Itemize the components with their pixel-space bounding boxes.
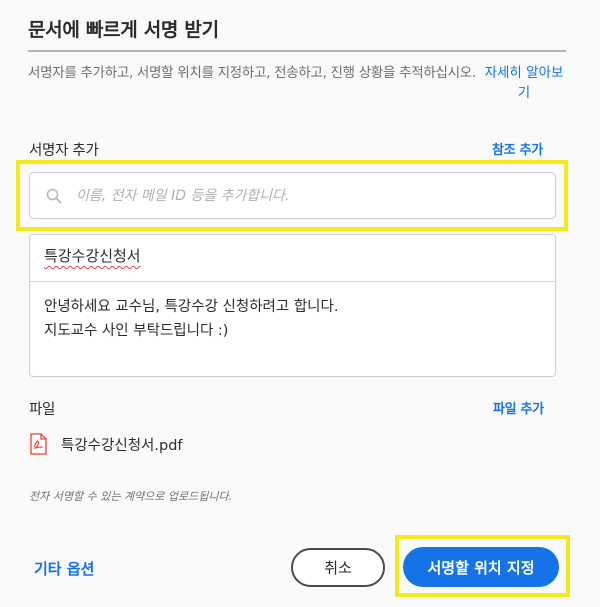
title-divider <box>28 50 566 52</box>
upload-note: 전자 서명할 수 있는 계약으로 업로드됩니다. <box>29 490 233 503</box>
message-subject-field[interactable]: 특강수강신청서 <box>30 235 555 282</box>
message-body-line: 안녕하세요 교수님, 특강수강 신청하려고 합니다. <box>44 299 339 315</box>
file-name: 특강수강신청서.pdf <box>61 437 183 454</box>
dialog-description: 서명자를 추가하고, 서명할 위치를 지정하고, 전송하고, 진행 상황을 추적… <box>28 65 476 81</box>
signer-search-field[interactable] <box>29 172 556 219</box>
file-item[interactable]: 특강수강신청서.pdf <box>30 431 183 457</box>
cancel-button[interactable]: 취소 <box>291 548 385 587</box>
add-file-link[interactable]: 파일 추가 <box>493 398 544 417</box>
message-box: 특강수강신청서 안녕하세요 교수님, 특강수강 신청하려고 합니다. 지도교수 … <box>29 234 556 377</box>
search-icon <box>46 188 62 204</box>
pdf-file-icon <box>30 433 47 455</box>
learn-more-link[interactable]: 자세히 알아보기 <box>480 63 568 103</box>
add-reference-link[interactable]: 참조 추가 <box>492 139 543 158</box>
message-subject-text: 특강수강신청서 <box>44 247 141 265</box>
page-title: 문서에 빠르게 서명 받기 <box>28 19 219 41</box>
message-body-field[interactable]: 안녕하세요 교수님, 특강수강 신청하려고 합니다. 지도교수 사인 부탁드립니… <box>44 295 539 343</box>
specify-signature-location-button[interactable]: 서명할 위치 지정 <box>403 547 559 587</box>
add-signers-label: 서명자 추가 <box>29 143 99 159</box>
files-label: 파일 <box>29 402 56 418</box>
more-options-link[interactable]: 기타 옵션 <box>34 558 94 579</box>
message-body-line: 지도교수 사인 부탁드립니다 :) <box>44 323 229 339</box>
signer-search-input[interactable] <box>76 183 536 209</box>
